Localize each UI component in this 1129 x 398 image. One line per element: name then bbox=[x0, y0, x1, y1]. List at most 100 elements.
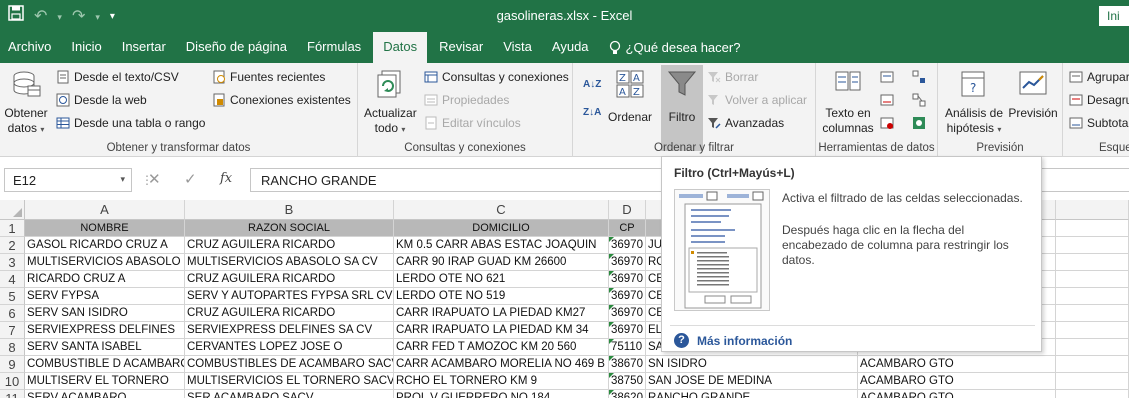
tab-diseno-pagina[interactable]: Diseño de página bbox=[176, 32, 297, 63]
queries-connections-button[interactable]: Consultas y conexiones bbox=[424, 66, 569, 88]
name-box[interactable]: E12 ▾ bbox=[4, 168, 132, 192]
group-button[interactable]: Agrupar bbox=[1069, 66, 1129, 88]
cell-g[interactable] bbox=[1056, 322, 1129, 339]
cell-d[interactable]: 38670 bbox=[609, 356, 646, 373]
column-header-c[interactable]: C bbox=[394, 200, 609, 220]
tab-vista[interactable]: Vista bbox=[493, 32, 542, 63]
cell-c[interactable]: CARR IRAPUATO LA PIEDAD KM 34 bbox=[394, 322, 609, 339]
flash-fill-icon[interactable] bbox=[880, 66, 898, 88]
cell-a[interactable]: GASOL RICARDO CRUZ A bbox=[25, 237, 185, 254]
row-header[interactable]: 2 bbox=[0, 237, 25, 254]
row-header[interactable]: 6 bbox=[0, 305, 25, 322]
cell-g[interactable] bbox=[1056, 339, 1129, 356]
row-header[interactable]: 3 bbox=[0, 254, 25, 271]
cell-c[interactable]: LERDO OTE NO 621 bbox=[394, 271, 609, 288]
sort-button[interactable]: ZAAZ Ordenar bbox=[605, 68, 655, 125]
cell-b[interactable]: CRUZ AGUILERA RICARDO bbox=[185, 271, 394, 288]
cell-g[interactable] bbox=[1056, 356, 1129, 373]
refresh-all-button[interactable]: Actualizar todo ▾ bbox=[364, 68, 417, 137]
cell-g[interactable] bbox=[1056, 237, 1129, 254]
recent-sources-button[interactable]: Fuentes recientes bbox=[212, 66, 325, 88]
properties-button[interactable]: Propiedades bbox=[424, 89, 509, 111]
cell-c[interactable]: PROL V GUERRERO NO 184 bbox=[394, 390, 609, 398]
cell-c[interactable]: CARR 90 IRAP GUAD KM 26600 bbox=[394, 254, 609, 271]
cell-d[interactable]: 38620 bbox=[609, 390, 646, 398]
existing-connections-button[interactable]: Conexiones existentes bbox=[212, 89, 351, 111]
cancel-entry-icon[interactable]: ✕ bbox=[148, 170, 161, 188]
cell-f[interactable]: ACAMBARO GTO bbox=[858, 373, 1056, 390]
cell-a[interactable]: MULTISERVICIOS ABASOLO bbox=[25, 254, 185, 271]
edit-links-button[interactable]: Editar vínculos bbox=[424, 112, 521, 134]
tab-formulas[interactable]: Fórmulas bbox=[297, 32, 371, 63]
column-header-d[interactable]: D bbox=[609, 200, 646, 220]
row-header[interactable]: 1 bbox=[0, 220, 25, 237]
data-model-icon[interactable] bbox=[912, 112, 930, 134]
row-header[interactable]: 10 bbox=[0, 373, 25, 390]
cell-d[interactable]: 38750 bbox=[609, 373, 646, 390]
cell-c[interactable]: LERDO OTE NO 519 bbox=[394, 288, 609, 305]
row-header[interactable]: 9 bbox=[0, 356, 25, 373]
cell-b[interactable]: RAZON SOCIAL bbox=[185, 220, 394, 237]
cell-c[interactable]: KM 0.5 CARR ABAS ESTAC JOAQUIN bbox=[394, 237, 609, 254]
cell-a[interactable]: SERV ACAMBARO bbox=[25, 390, 185, 398]
consolidate-icon[interactable] bbox=[912, 66, 930, 88]
tab-datos[interactable]: Datos bbox=[373, 32, 428, 63]
cell-g[interactable] bbox=[1056, 271, 1129, 288]
cell-b[interactable]: COMBUSTIBLES DE ACAMBARO SACV bbox=[185, 356, 394, 373]
filter-button[interactable]: Filtro bbox=[661, 65, 703, 151]
tab-revisar[interactable]: Revisar bbox=[429, 32, 493, 63]
from-text-csv-button[interactable]: Desde el texto/CSV bbox=[56, 66, 179, 88]
cell-a[interactable]: SERV SAN ISIDRO bbox=[25, 305, 185, 322]
cell-c[interactable]: CARR IRAPUATO LA PIEDAD KM27 bbox=[394, 305, 609, 322]
cell-b[interactable]: CRUZ AGUILERA RICARDO bbox=[185, 305, 394, 322]
cell-a[interactable]: RICARDO CRUZ A bbox=[25, 271, 185, 288]
sign-in-button[interactable]: Ini bbox=[1099, 6, 1129, 26]
more-info-link[interactable]: ? Más información bbox=[674, 333, 792, 348]
cell-e[interactable]: RANCHO GRANDE bbox=[646, 390, 858, 398]
row-header[interactable]: 8 bbox=[0, 339, 25, 356]
subtotal-button[interactable]: Subtota bbox=[1069, 112, 1128, 134]
column-header-a[interactable]: A bbox=[25, 200, 185, 220]
sort-za-icon[interactable]: Z↓A bbox=[583, 101, 601, 123]
remove-duplicates-icon[interactable] bbox=[880, 89, 898, 111]
cell-d[interactable]: 36970 bbox=[609, 237, 646, 254]
row-header[interactable]: 11 bbox=[0, 390, 25, 398]
cell-d[interactable]: 75110 bbox=[609, 339, 646, 356]
tell-me-box[interactable]: ¿Qué desea hacer? bbox=[599, 32, 751, 63]
cell-g[interactable] bbox=[1056, 305, 1129, 322]
advanced-filter-button[interactable]: Avanzadas bbox=[707, 112, 784, 134]
from-web-button[interactable]: Desde la web bbox=[56, 89, 147, 111]
from-table-button[interactable]: Desde una tabla o rango bbox=[56, 112, 205, 134]
cell-c[interactable]: CARR ACAMBARO MORELIA NO 469 B bbox=[394, 356, 609, 373]
cell-b[interactable]: CRUZ AGUILERA RICARDO bbox=[185, 237, 394, 254]
relationships-icon[interactable] bbox=[912, 89, 930, 111]
cell-b[interactable]: SERVIEXPRESS DELFINES SA CV bbox=[185, 322, 394, 339]
clear-filter-button[interactable]: Borrar bbox=[707, 66, 758, 88]
formula-bar-grip-icon[interactable]: ⋮ bbox=[141, 173, 153, 187]
cell-c[interactable]: RCHO EL TORNERO KM 9 bbox=[394, 373, 609, 390]
cell-c[interactable]: CARR FED T AMOZOC KM 20 560 bbox=[394, 339, 609, 356]
reapply-button[interactable]: Volver a aplicar bbox=[707, 89, 807, 111]
cell-a[interactable]: SERVIEXPRESS DELFINES bbox=[25, 322, 185, 339]
cell-c[interactable]: DOMICILIO bbox=[394, 220, 609, 237]
column-header-g[interactable] bbox=[1056, 200, 1129, 220]
cell-b[interactable]: SERV Y AUTOPARTES FYPSA SRL CV bbox=[185, 288, 394, 305]
cell-d[interactable]: CP bbox=[609, 220, 646, 237]
insert-function-icon[interactable]: fx bbox=[220, 171, 232, 186]
cell-g[interactable] bbox=[1056, 373, 1129, 390]
cell-a[interactable]: COMBUSTIBLE D ACAMBARO bbox=[25, 356, 185, 373]
cell-a[interactable]: SERV FYPSA bbox=[25, 288, 185, 305]
forecast-sheet-button[interactable]: Previsión bbox=[1006, 68, 1060, 121]
cell-f[interactable]: ACAMBARO GTO bbox=[858, 390, 1056, 398]
cell-g[interactable] bbox=[1056, 390, 1129, 398]
cell-g[interactable] bbox=[1056, 288, 1129, 305]
cell-e[interactable]: SN ISIDRO bbox=[646, 356, 858, 373]
confirm-entry-icon[interactable]: ✓ bbox=[184, 170, 197, 188]
row-header[interactable]: 4 bbox=[0, 271, 25, 288]
cell-d[interactable]: 36970 bbox=[609, 271, 646, 288]
cell-d[interactable]: 36970 bbox=[609, 322, 646, 339]
text-to-columns-button[interactable]: Texto en columnas bbox=[820, 68, 876, 136]
cell-f[interactable]: ACAMBARO GTO bbox=[858, 356, 1056, 373]
cell-d[interactable]: 36970 bbox=[609, 288, 646, 305]
tab-inicio[interactable]: Inicio bbox=[61, 32, 111, 63]
